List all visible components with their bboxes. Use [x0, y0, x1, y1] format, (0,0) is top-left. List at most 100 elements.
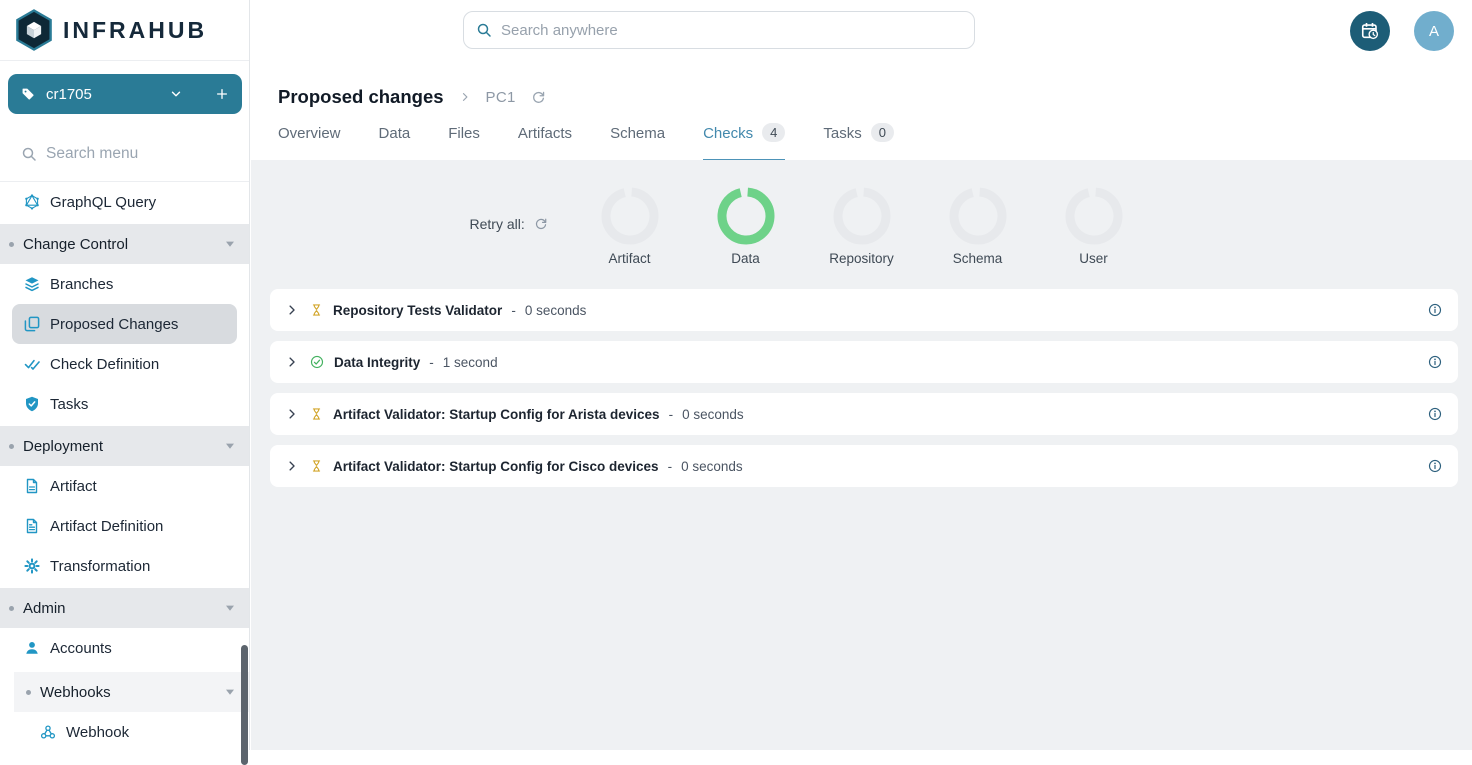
check-duration: 0 seconds: [682, 407, 744, 422]
sidebar-item-artifact[interactable]: Artifact: [0, 466, 249, 506]
sidebar-section-webhooks[interactable]: Webhooks: [14, 672, 249, 712]
tab-bar: Overview Data Files Artifacts Schema Checks4 T…: [251, 123, 1472, 161]
sidebar-item-transformation[interactable]: Transformation: [0, 546, 249, 586]
chevron-right-icon[interactable]: [286, 304, 298, 316]
info-icon[interactable]: [1428, 355, 1442, 369]
sidebar-item-proposed-changes[interactable]: Proposed Changes: [12, 304, 237, 344]
user-icon: [24, 640, 40, 656]
topbar: A: [251, 0, 1472, 61]
shield-check-icon: [24, 396, 40, 412]
branch-selector[interactable]: cr1705: [8, 74, 242, 114]
check-title: Data Integrity: [334, 355, 420, 370]
check-group-artifact[interactable]: Artifact: [572, 187, 688, 266]
tab-data[interactable]: Data: [379, 123, 411, 160]
check-list: Repository Tests Validator-0 secondsData…: [270, 289, 1458, 487]
tab-checks[interactable]: Checks4: [703, 123, 785, 161]
sidebar-menu: GraphQL QueryChange ControlBranchesPropo…: [0, 182, 249, 752]
tab-tasks[interactable]: Tasks0: [823, 123, 894, 160]
chevron-right-icon: [459, 91, 471, 103]
schedule-button[interactable]: [1350, 11, 1390, 51]
sidebar-item-artifact-definition[interactable]: Artifact Definition: [0, 506, 249, 546]
sidebar-item-accounts[interactable]: Accounts: [0, 628, 249, 668]
chevron-down-icon: [225, 442, 235, 450]
check-group-user[interactable]: User: [1036, 187, 1152, 266]
chevron-down-icon: [225, 240, 235, 248]
check-title: Repository Tests Validator: [333, 303, 502, 318]
checks-summary: Retry all: ArtifactDataRepositorySchemaU…: [251, 187, 1472, 271]
sidebar-scrollbar[interactable]: [241, 645, 248, 765]
check-type-rings: ArtifactDataRepositorySchemaUser: [251, 187, 1472, 266]
sidebar-item-graphql-query[interactable]: GraphQL Query: [0, 182, 249, 222]
branch-name: cr1705: [46, 86, 158, 103]
tab-badge: 0: [871, 123, 894, 142]
chevron-right-icon[interactable]: [286, 408, 298, 420]
tab-files[interactable]: Files: [448, 123, 480, 160]
sidebar-item-branches[interactable]: Branches: [0, 264, 249, 304]
tab-artifacts[interactable]: Artifacts: [518, 123, 572, 160]
sidebar-section-admin[interactable]: Admin: [0, 588, 249, 628]
calendar-clock-icon: [1360, 21, 1380, 41]
chevron-right-icon[interactable]: [286, 460, 298, 472]
info-icon[interactable]: [1428, 459, 1442, 473]
check-group-schema[interactable]: Schema: [920, 187, 1036, 266]
section-bullet: [9, 444, 14, 449]
branch-tag-icon: [21, 87, 35, 101]
check-duration: 0 seconds: [681, 459, 743, 474]
check-group-repository[interactable]: Repository: [804, 187, 920, 266]
progress-ring: [717, 187, 775, 245]
sidebar-section-deployment[interactable]: Deployment: [0, 426, 249, 466]
chevron-down-icon: [225, 688, 235, 696]
page-title: Proposed changes: [278, 86, 444, 108]
double-check-icon: [24, 356, 40, 372]
global-search-input[interactable]: [501, 22, 962, 39]
separator: -: [511, 303, 516, 318]
brand-logo[interactable]: INFRAHUB: [0, 0, 249, 61]
info-icon[interactable]: [1428, 407, 1442, 421]
progress-ring: [601, 187, 659, 245]
checks-content: Retry all: ArtifactDataRepositorySchemaU…: [251, 160, 1472, 750]
breadcrumb-item[interactable]: PC1: [486, 89, 516, 106]
check-duration: 1 second: [443, 355, 498, 370]
chevron-down-icon: [225, 604, 235, 612]
progress-ring: [949, 187, 1007, 245]
refresh-icon[interactable]: [531, 90, 546, 105]
info-icon[interactable]: [1428, 303, 1442, 317]
add-branch-button[interactable]: [215, 87, 229, 101]
sidebar-item-webhook[interactable]: Webhook: [0, 712, 249, 752]
section-bullet: [9, 606, 14, 611]
separator: -: [669, 407, 674, 422]
check-title: Artifact Validator: Startup Config for C…: [333, 459, 659, 474]
check-row-artifact-validator-startup-config-for-arista-devices[interactable]: Artifact Validator: Startup Config for A…: [270, 393, 1458, 435]
sidebar-search-input[interactable]: [46, 145, 221, 163]
separator: -: [429, 355, 434, 370]
tab-badge: 4: [762, 123, 785, 142]
check-circle-icon: [310, 355, 324, 369]
tab-schema[interactable]: Schema: [610, 123, 665, 160]
check-row-repository-tests-validator[interactable]: Repository Tests Validator-0 seconds: [270, 289, 1458, 331]
global-search[interactable]: [463, 11, 975, 49]
webhook-icon: [40, 724, 56, 740]
check-row-data-integrity[interactable]: Data Integrity-1 second: [270, 341, 1458, 383]
retry-all-label: Retry all:: [470, 216, 525, 232]
retry-all-button[interactable]: [534, 217, 548, 231]
file-lines-icon: [24, 518, 40, 534]
brand-name: INFRAHUB: [63, 17, 207, 44]
infrahub-logo-icon: [15, 9, 53, 51]
chevron-down-icon[interactable]: [169, 87, 183, 101]
sidebar-item-tasks[interactable]: Tasks: [0, 384, 249, 424]
check-row-artifact-validator-startup-config-for-cisco-devices[interactable]: Artifact Validator: Startup Config for C…: [270, 445, 1458, 487]
sidebar-section-change-control[interactable]: Change Control: [0, 224, 249, 264]
page-header: Proposed changes PC1: [251, 61, 1472, 108]
retry-all: Retry all:: [470, 216, 548, 232]
avatar[interactable]: A: [1414, 11, 1454, 51]
layers-icon: [24, 276, 40, 292]
sidebar: INFRAHUB cr1705 GraphQL QueryChange Cont…: [0, 0, 250, 750]
check-duration: 0 seconds: [525, 303, 587, 318]
chevron-right-icon[interactable]: [286, 356, 298, 368]
check-group-data[interactable]: Data: [688, 187, 804, 266]
sidebar-search[interactable]: [21, 139, 249, 169]
sidebar-item-check-definition[interactable]: Check Definition: [0, 344, 249, 384]
main-area: A Proposed changes PC1 Overview Data Files…: [251, 0, 1472, 750]
progress-ring: [833, 187, 891, 245]
tab-overview[interactable]: Overview: [278, 123, 341, 160]
